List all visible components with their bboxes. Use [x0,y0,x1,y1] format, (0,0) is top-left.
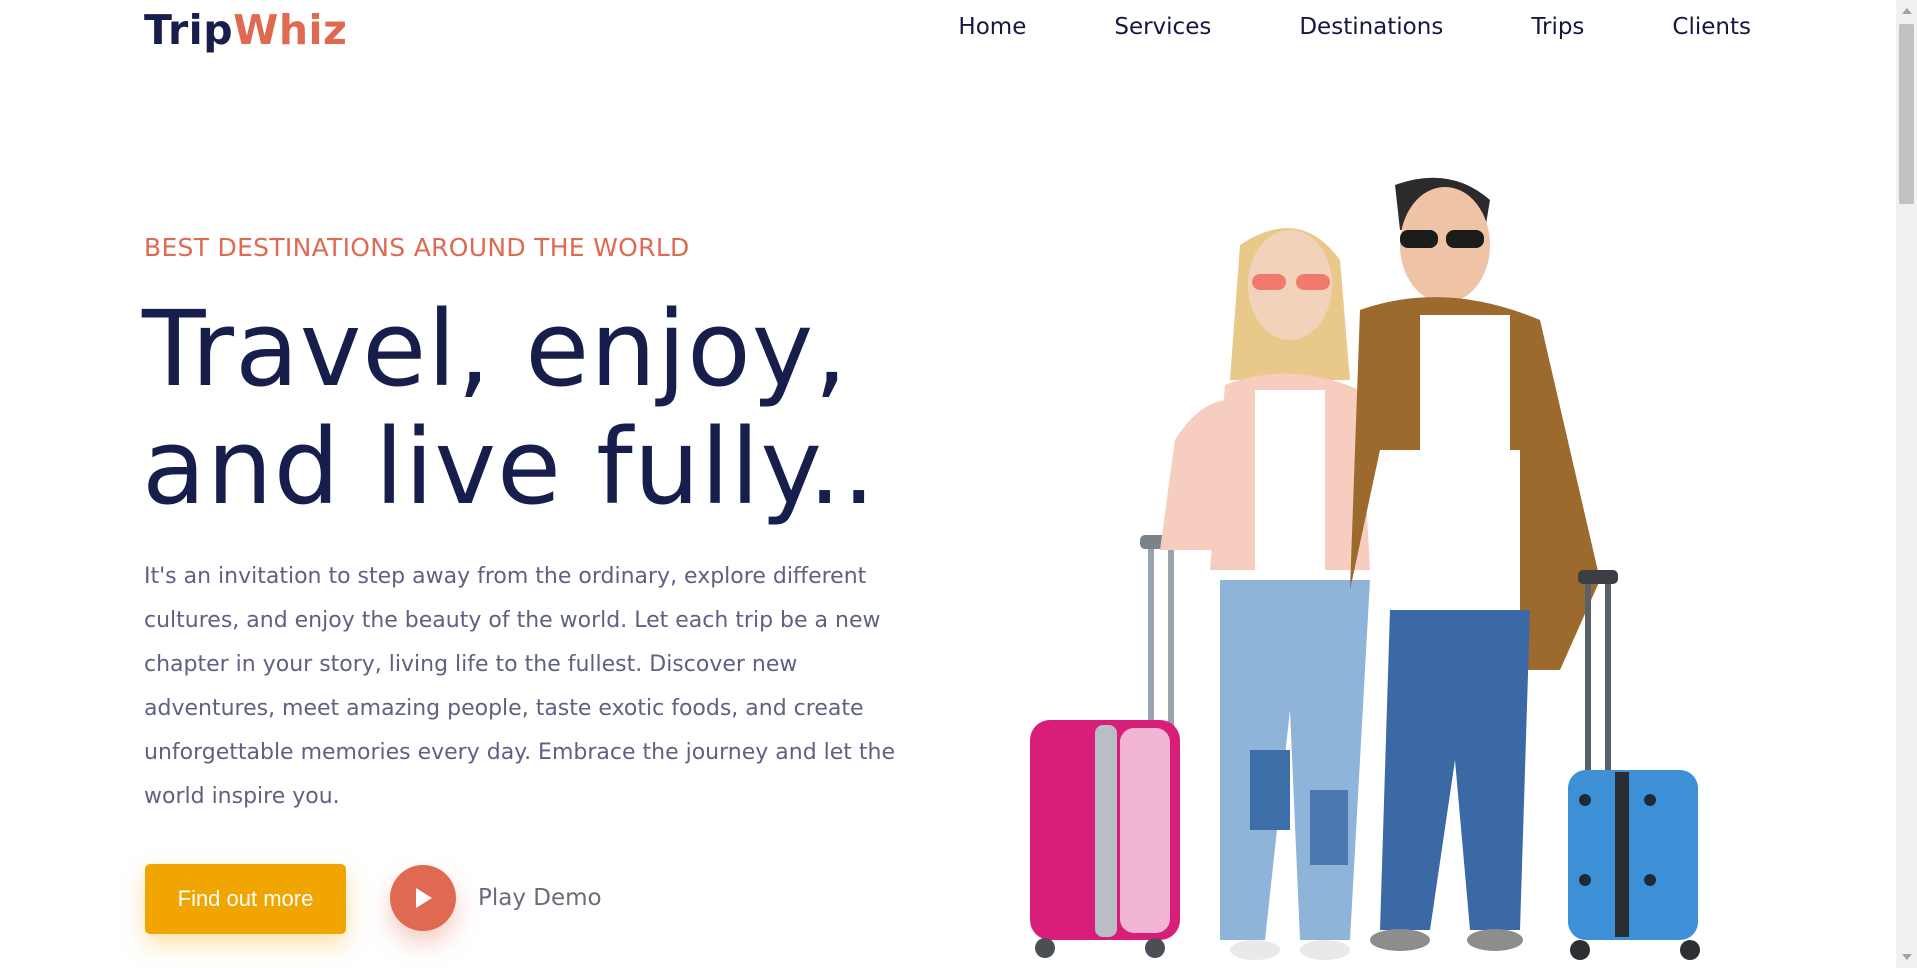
scroll-thumb[interactable] [1899,24,1914,204]
hero-eyebrow: BEST DESTINATIONS AROUND THE WORLD [144,233,690,262]
woman-figure [1160,228,1370,960]
man-figure [1350,177,1600,951]
nav-services[interactable]: Services [1114,14,1211,40]
headline-line-2: and live fully.. [142,406,877,528]
hero-description: It's an invitation to step away from the… [144,564,896,809]
headline-line-1: Travel, enjoy, [142,288,849,410]
play-circle[interactable] [390,865,456,931]
nav-home[interactable]: Home [958,14,1026,40]
scroll-down-arrow-icon[interactable] [1902,954,1912,960]
logo[interactable]: TripWhiz [144,6,347,54]
logo-text-accent: Whiz [233,6,348,54]
hero-travelers-image [1030,177,1700,960]
scroll-up-arrow-icon[interactable] [1902,8,1912,14]
hero-headline: Travel, enjoy, and live fully.. [142,290,876,526]
main-nav: Home Services Destinations Trips Clients [958,14,1751,40]
play-demo-label: Play Demo [478,885,602,911]
logo-text-primary: Trip [144,6,234,54]
blue-suitcase [1568,570,1700,960]
pink-suitcase [1030,535,1180,958]
page-scrollbar[interactable] [1896,0,1917,968]
nav-destinations[interactable]: Destinations [1299,14,1443,40]
play-icon [416,888,432,908]
nav-clients[interactable]: Clients [1672,14,1751,40]
play-demo-button[interactable]: Play Demo [390,865,602,931]
find-out-more-button[interactable]: Find out more [145,864,346,934]
nav-trips[interactable]: Trips [1531,14,1584,40]
